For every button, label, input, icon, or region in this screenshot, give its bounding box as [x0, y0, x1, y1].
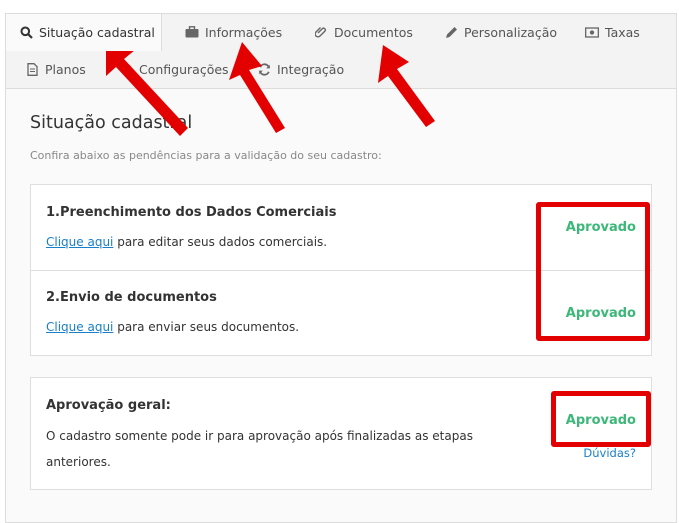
tab-label: Planos: [45, 61, 86, 77]
tab-label: Personalização: [464, 24, 558, 40]
tab-bar: Situação cadastral Informações Documento…: [6, 14, 676, 89]
step-title: 1.Preenchimento dos Dados Comerciais: [46, 205, 337, 220]
help-link[interactable]: Dúvidas?: [583, 446, 636, 460]
pencil-icon: [444, 25, 458, 39]
gear-icon: [119, 62, 133, 76]
tab-label: Taxas: [605, 24, 640, 40]
send-documents-link[interactable]: Clique aqui: [46, 320, 113, 334]
tab-informacoes[interactable]: Informações: [185, 14, 282, 50]
annotation-highlight-box: [536, 202, 650, 341]
tab-label: Documentos: [334, 24, 413, 40]
tab-personalizacao[interactable]: Personalização: [444, 14, 557, 50]
tab-documentos[interactable]: Documentos: [314, 14, 413, 50]
page-subtitle: Confira abaixo as pendências para a vali…: [30, 149, 382, 162]
tab-taxas[interactable]: Taxas: [585, 14, 640, 50]
overall-description-line2: anteriores.: [46, 455, 111, 469]
tab-integracao[interactable]: Integração: [257, 51, 344, 87]
search-icon: [19, 26, 33, 40]
file-icon: [25, 62, 39, 76]
tab-configuracoes[interactable]: Configurações: [119, 51, 229, 87]
step-description: Clique aqui para editar seus dados comer…: [46, 235, 328, 249]
annotation-highlight-box: [551, 391, 651, 447]
money-icon: [585, 25, 599, 39]
overall-description-line1: O cadastro somente pode ir para aprovaçã…: [46, 429, 473, 443]
tab-situacao-cadastral[interactable]: Situação cadastral: [6, 14, 162, 51]
refresh-icon: [257, 62, 271, 76]
tab-label: Situação cadastral: [39, 25, 155, 40]
step-title: 2.Envio de documentos: [46, 290, 217, 305]
page-title: Situação cadastral: [30, 113, 193, 133]
edit-commercial-data-link[interactable]: Clique aqui: [46, 235, 113, 249]
tab-label: Configurações: [139, 61, 229, 77]
tab-label: Integração: [277, 61, 345, 77]
tab-label: Informações: [205, 24, 283, 40]
briefcase-icon: [185, 25, 199, 39]
paperclip-icon: [314, 25, 328, 39]
tab-planos[interactable]: Planos: [25, 51, 86, 87]
step-description: Clique aqui para enviar seus documentos.: [46, 320, 300, 334]
overall-title: Aprovação geral:: [46, 398, 171, 413]
